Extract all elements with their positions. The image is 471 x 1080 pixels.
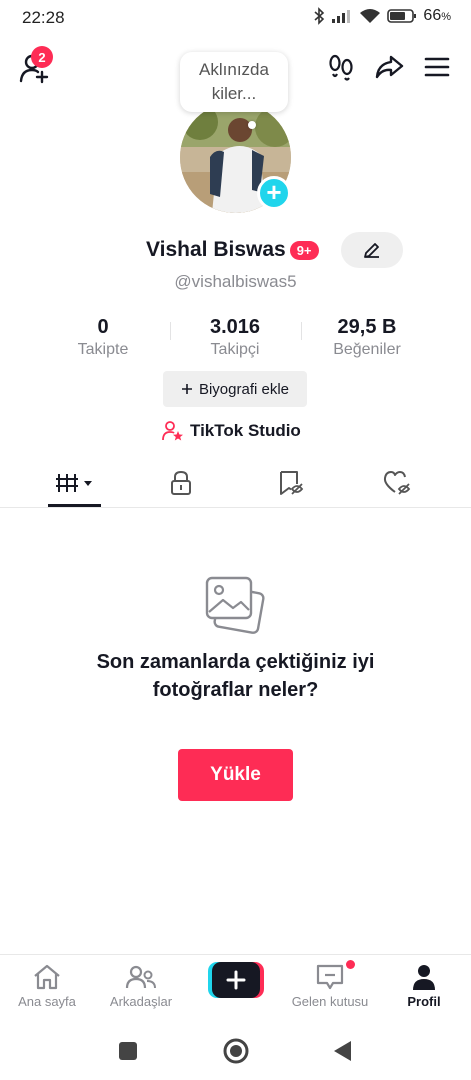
wifi-icon <box>360 9 381 23</box>
nav-friends[interactable]: Arkadaşlar <box>94 955 188 1019</box>
nav-label: Gelen kutusu <box>291 994 369 1009</box>
inbox-icon <box>316 964 344 990</box>
back-button[interactable] <box>327 1036 357 1066</box>
profile-icon <box>413 965 435 990</box>
name-badge[interactable]: 9+ <box>289 240 319 260</box>
system-navigation <box>0 1018 471 1080</box>
bookmark-icon <box>280 471 304 495</box>
circle-home-icon <box>223 1038 249 1064</box>
upload-button[interactable]: Yükle <box>178 749 293 801</box>
name-row: Vishal Biswas 9+ <box>146 234 319 266</box>
profile-views-button[interactable] <box>322 48 360 86</box>
grid-videos-icon <box>56 474 92 492</box>
home-icon <box>34 964 60 990</box>
stat-label: Takipçi <box>210 341 260 358</box>
edit-profile-button[interactable] <box>341 232 403 268</box>
active-tab-indicator <box>48 504 101 507</box>
nav-profile[interactable]: Profil <box>377 955 471 1019</box>
stat-label: Takipte <box>77 341 129 358</box>
create-plus-icon <box>208 962 264 998</box>
add-bio-button[interactable]: Biyografi ekle <box>163 371 307 407</box>
display-name: Vishal Biswas <box>146 238 286 261</box>
add-story-button[interactable]: + <box>257 176 291 210</box>
stat-value: 29,5 B <box>337 316 397 338</box>
stat-likes[interactable]: 29,5 B Beğeniler <box>302 316 432 359</box>
signal-icon <box>332 10 351 23</box>
thought-bubble[interactable]: Aklınızda kiler... <box>180 52 288 112</box>
lock-icon <box>171 470 191 495</box>
nav-label: Profil <box>407 994 441 1009</box>
hamburger-menu-icon <box>424 57 450 77</box>
pencil-icon <box>364 243 379 258</box>
username: @vishalbiswas5 <box>174 272 297 291</box>
tab-liked[interactable] <box>338 458 456 508</box>
status-bar: 22:28 66% <box>0 0 471 36</box>
add-bio-label: Biyografi ekle <box>198 380 290 398</box>
create-button[interactable] <box>208 962 264 998</box>
triangle-back-icon <box>334 1041 351 1061</box>
studio-label: TikTok Studio <box>190 421 301 440</box>
battery-percent: 66% <box>423 7 451 24</box>
studio-user-star-icon <box>162 421 183 441</box>
tab-videos[interactable] <box>16 458 134 508</box>
stat-following[interactable]: 0 Takipte <box>38 316 168 359</box>
square-recents-icon <box>119 1042 137 1060</box>
photo-placeholder-icon <box>203 572 267 636</box>
stat-value: 3.016 <box>209 316 261 338</box>
battery-icon <box>387 9 417 23</box>
nav-home[interactable]: Ana sayfa <box>0 955 94 1019</box>
tiktok-studio-link[interactable]: TikTok Studio <box>162 418 301 444</box>
liked-heart-icon <box>383 471 411 495</box>
tab-private[interactable] <box>122 458 240 508</box>
stat-followers[interactable]: 3.016 Takipçi <box>170 316 300 359</box>
stat-label: Beğeniler <box>333 341 401 358</box>
share-profile-button[interactable] <box>370 48 408 86</box>
recents-button[interactable] <box>113 1036 143 1066</box>
status-icons: 66% <box>313 7 451 25</box>
empty-state-title: Son zamanlarda çektiğiniz iyi fotoğrafla… <box>96 651 375 701</box>
content-tabs <box>0 458 471 508</box>
home-system-button[interactable] <box>221 1036 251 1066</box>
nav-inbox[interactable]: Gelen kutusu <box>283 955 377 1019</box>
footprints-icon <box>329 54 353 81</box>
share-arrow-icon <box>375 55 404 79</box>
stat-value: 0 <box>97 316 109 338</box>
bluetooth-icon <box>314 7 325 25</box>
friend-request-badge: 2 <box>31 46 53 68</box>
thought-bubble-tail <box>248 121 256 129</box>
tab-saved[interactable] <box>232 458 350 508</box>
friends-icon <box>125 965 156 989</box>
menu-button[interactable] <box>418 48 456 86</box>
inbox-notification-dot <box>346 960 355 969</box>
plus-icon <box>181 384 192 394</box>
status-time: 22:28 <box>22 8 65 27</box>
nav-label: Ana sayfa <box>18 994 76 1009</box>
nav-label: Arkadaşlar <box>109 994 173 1009</box>
